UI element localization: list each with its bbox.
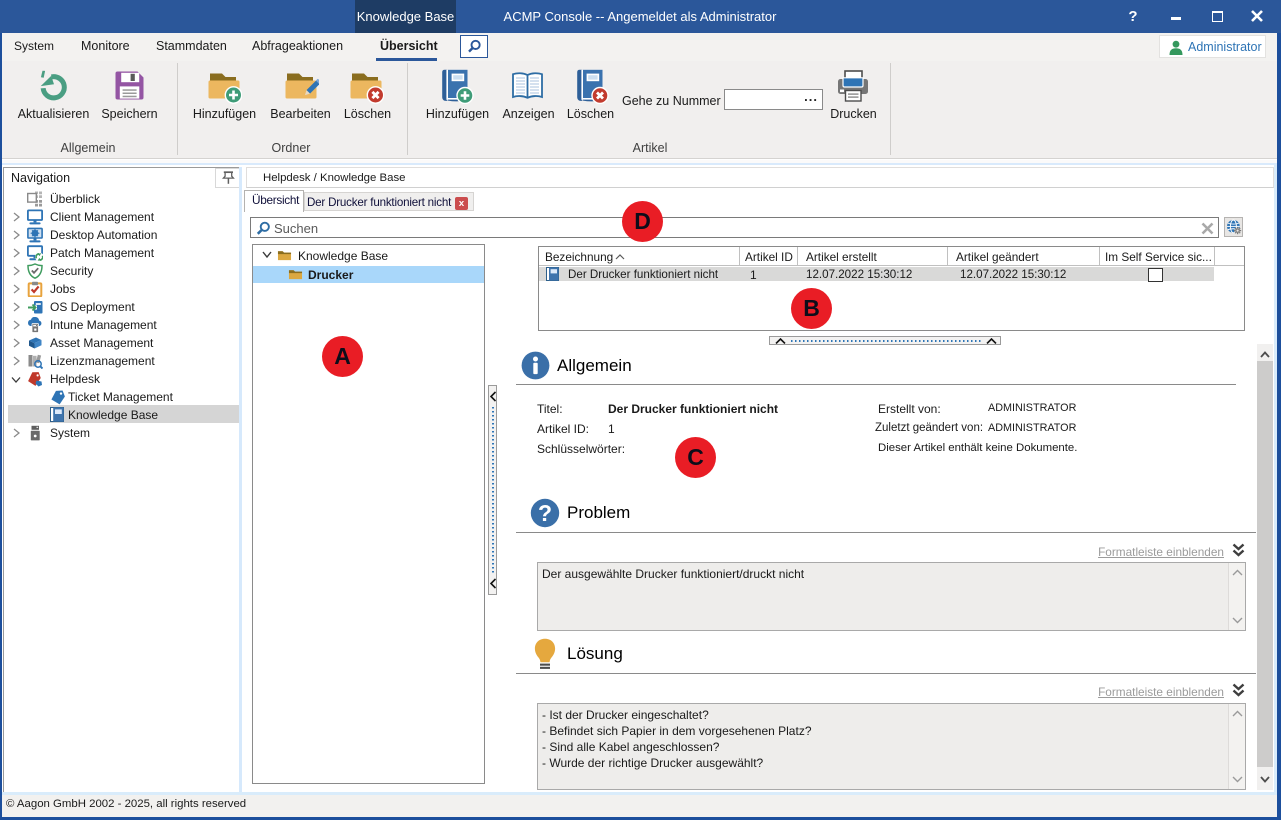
svg-text:?: ? xyxy=(538,500,552,526)
